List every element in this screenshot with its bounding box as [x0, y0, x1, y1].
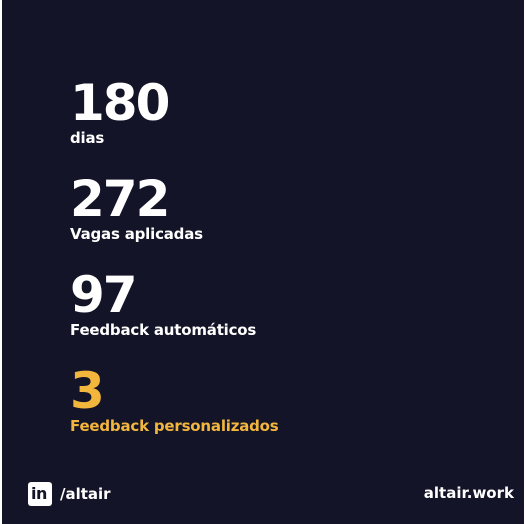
- linkedin-icon-text: in: [31, 484, 47, 503]
- handle-text: /altair: [60, 485, 111, 503]
- linkedin-handle[interactable]: in /altair: [28, 481, 111, 507]
- stat-number: 272: [70, 170, 170, 228]
- site-url[interactable]: altair.work: [424, 484, 514, 502]
- stats-card: 180 dias 272 Vagas aplicadas 97 Feedback…: [2, 0, 524, 524]
- stat-label: Feedback automáticos: [70, 321, 257, 339]
- stat-label: Vagas aplicadas: [70, 225, 203, 243]
- stat-days: 180 dias: [70, 74, 170, 147]
- stat-personal-feedback: 3 Feedback personalizados: [70, 366, 279, 435]
- stat-applications: 272 Vagas aplicadas: [70, 174, 203, 243]
- stat-number: 97: [70, 266, 138, 324]
- stat-label: Feedback personalizados: [70, 417, 279, 435]
- stat-number: 180: [70, 74, 170, 132]
- linkedin-icon: in: [28, 482, 52, 506]
- stat-number: 3: [70, 362, 105, 420]
- stat-auto-feedback: 97 Feedback automáticos: [70, 270, 256, 339]
